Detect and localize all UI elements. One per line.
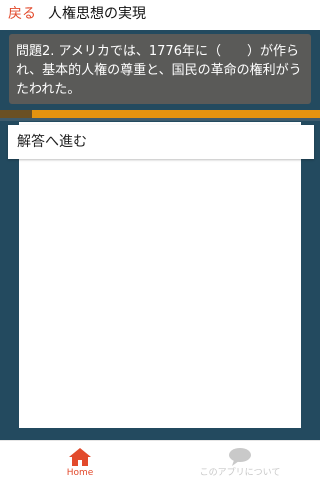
nav-home[interactable]: Home	[0, 441, 160, 481]
page-title: 人権思想の実現	[48, 6, 146, 22]
proceed-to-answer-label: 解答へ進む	[17, 134, 87, 150]
progress-bar	[0, 110, 320, 118]
question-text: 問題2. アメリカでは、1776年に（ ）が作られ、基本的人権の尊重と、国民の革…	[9, 34, 311, 104]
bottom-navigation: Home このアプリについて	[0, 440, 320, 481]
progress-divider	[0, 118, 320, 121]
nav-about-app-label: このアプリについて	[199, 468, 281, 478]
top-bar: 戻る 人権思想の実現	[0, 0, 320, 30]
progress-fill	[0, 110, 32, 118]
back-button[interactable]: 戻る	[8, 6, 36, 22]
nav-about-app[interactable]: このアプリについて	[160, 441, 320, 481]
answer-area	[19, 122, 301, 428]
chat-bubble-icon	[229, 448, 251, 466]
proceed-to-answer-button[interactable]: 解答へ進む	[8, 125, 314, 159]
home-icon	[69, 448, 91, 466]
nav-home-label: Home	[66, 468, 94, 478]
